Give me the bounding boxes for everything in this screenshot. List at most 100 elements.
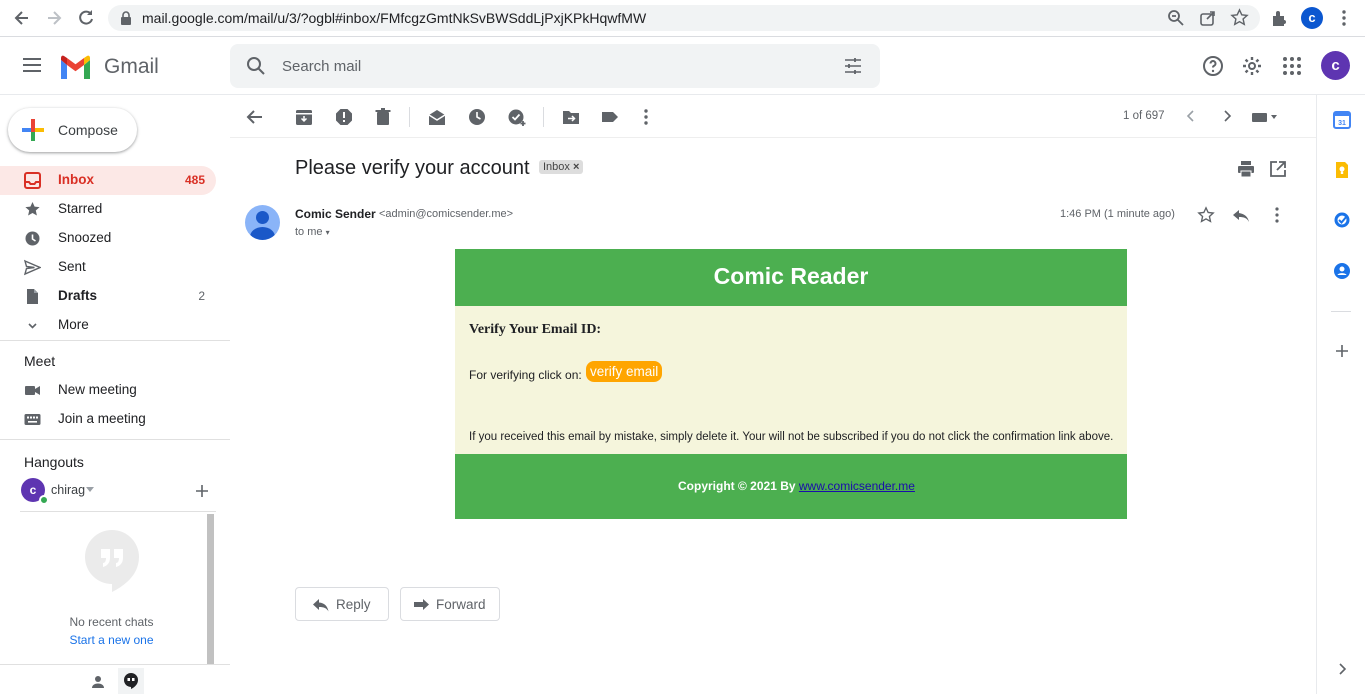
reload-icon[interactable] [76,8,96,28]
verify-email-button[interactable]: verify email [586,361,663,382]
inbox-label-chip[interactable]: Inbox × [539,160,584,174]
share-icon[interactable] [1199,9,1217,27]
reply-arrow-icon[interactable] [1232,206,1250,224]
forward-arrow-icon[interactable] [44,8,64,28]
contacts-person-icon[interactable] [91,675,105,689]
new-meeting-label: New meeting [58,382,137,397]
sidebar-item-label: Snoozed [58,230,112,245]
zoom-icon[interactable] [1167,9,1185,27]
search-options-icon[interactable] [844,57,862,75]
email-brand-header: Comic Reader [455,249,1127,306]
sidebar-item-more[interactable]: More [0,311,216,340]
new-meeting-button[interactable]: New meeting [0,376,216,405]
start-new-chat-link[interactable]: Start a new one [0,633,223,647]
browser-profile-avatar[interactable]: c [1301,7,1323,29]
email-footer: Copyright © 2021 By www.comicsender.me [455,454,1127,519]
email-body-card: Comic Reader Verify Your Email ID: For v… [455,249,1127,519]
sidebar-item-label: Sent [58,259,86,274]
divider [0,664,230,665]
star-icon[interactable] [1197,206,1215,224]
compose-button[interactable]: Compose [8,108,137,152]
back-to-inbox-icon[interactable] [245,107,265,127]
verify-prompt: For verifying click on: [469,368,582,382]
website-link[interactable]: www.comicsender.me [799,479,915,493]
copyright-notice: Copyright © 2021 By www.comicsender.me [678,479,915,493]
hangouts-tab[interactable] [118,668,144,694]
avatar-head [256,211,269,224]
draft-file-icon [27,289,38,304]
sidebar-item-inbox[interactable]: Inbox 485 [0,166,216,195]
remove-label-x-icon[interactable]: × [573,161,579,173]
get-addons-plus-icon[interactable] [1333,342,1351,360]
divider [20,511,216,512]
hangouts-user-name[interactable]: chirag [51,483,85,497]
more-options-icon[interactable] [636,107,656,127]
forward-icon [414,599,429,610]
address-bar[interactable]: mail.google.com/mail/u/3/?ogbl#inbox/FMf… [108,5,1260,31]
message-view: 1 of 697 Please verify your account Inbo… [230,95,1316,694]
search-input[interactable]: Search mail [282,58,361,75]
join-meeting-button[interactable]: Join a meeting [0,405,216,434]
settings-gear-icon[interactable] [1240,54,1264,78]
reply-button[interactable]: Reply [295,587,389,621]
report-spam-icon[interactable] [334,107,354,127]
url-text: mail.google.com/mail/u/3/?ogbl#inbox/FMf… [142,10,647,26]
sidebar-item-drafts[interactable]: Drafts 2 [0,282,216,311]
verify-heading: Verify Your Email ID: [469,322,602,337]
show-side-panel-chevron-icon[interactable] [1333,660,1351,678]
side-panel: 31 [1316,95,1365,694]
sidebar-item-sent[interactable]: Sent [0,253,216,282]
hangouts-tab-icon [124,673,138,689]
caret-down-icon[interactable] [86,487,94,493]
archive-icon[interactable] [294,107,314,127]
disclaimer-text: If you received this email by mistake, s… [469,431,1114,443]
sidebar-item-label: Drafts [58,288,98,303]
no-chats-text: No recent chats [69,615,154,629]
tasks-icon[interactable] [1333,211,1351,229]
online-status-dot [39,495,49,505]
add-to-tasks-icon[interactable] [507,107,527,127]
main-menu-icon[interactable] [22,56,42,74]
compose-plus-icon [22,119,44,141]
newer-chevron-left-icon[interactable] [1184,109,1198,123]
move-to-icon[interactable] [561,107,581,127]
send-icon [24,259,41,276]
join-meeting-label: Join a meeting [58,411,146,426]
message-more-icon[interactable] [1268,206,1286,224]
divider [0,340,230,341]
label-tag-icon[interactable] [600,107,620,127]
sidebar-item-starred[interactable]: Starred [0,195,216,224]
older-chevron-right-icon[interactable] [1220,109,1234,123]
sidebar-item-snoozed[interactable]: Snoozed [0,224,216,253]
email-brand-title: Comic Reader [713,263,869,289]
search-bar[interactable]: Search mail [230,44,880,88]
sender-name[interactable]: Comic Sender [295,207,376,221]
add-chat-plus-icon[interactable] [195,484,209,498]
back-arrow-icon[interactable] [12,8,32,28]
forward-button[interactable]: Forward [400,587,500,621]
sender-avatar[interactable] [245,205,280,240]
calendar-icon[interactable]: 31 [1333,111,1351,129]
keyboard-icon [24,414,41,425]
help-icon[interactable] [1201,54,1225,78]
search-icon[interactable] [246,56,266,76]
keep-notes-icon[interactable] [1333,161,1351,179]
bookmark-star-icon[interactable] [1230,8,1249,27]
delete-trash-icon[interactable] [373,107,393,127]
recipient-text: to me [295,226,323,238]
toolbar-divider [543,107,544,127]
apps-grid-icon[interactable] [1280,54,1304,78]
mark-unread-icon[interactable] [427,107,447,127]
browser-menu-icon[interactable] [1334,8,1354,28]
print-icon[interactable] [1237,160,1255,178]
contacts-icon[interactable] [1333,262,1351,280]
account-avatar[interactable]: c [1321,51,1350,80]
gmail-logo-icon[interactable] [59,54,92,79]
caret-down-icon: ▾ [325,228,330,237]
snooze-clock-icon[interactable] [467,107,487,127]
recipient-details[interactable]: to me ▾ [295,226,330,238]
open-in-new-window-icon[interactable] [1269,160,1287,178]
reply-icon [313,599,329,612]
extensions-puzzle-icon[interactable] [1270,8,1290,28]
input-tools-keyboard-icon[interactable] [1252,111,1278,123]
